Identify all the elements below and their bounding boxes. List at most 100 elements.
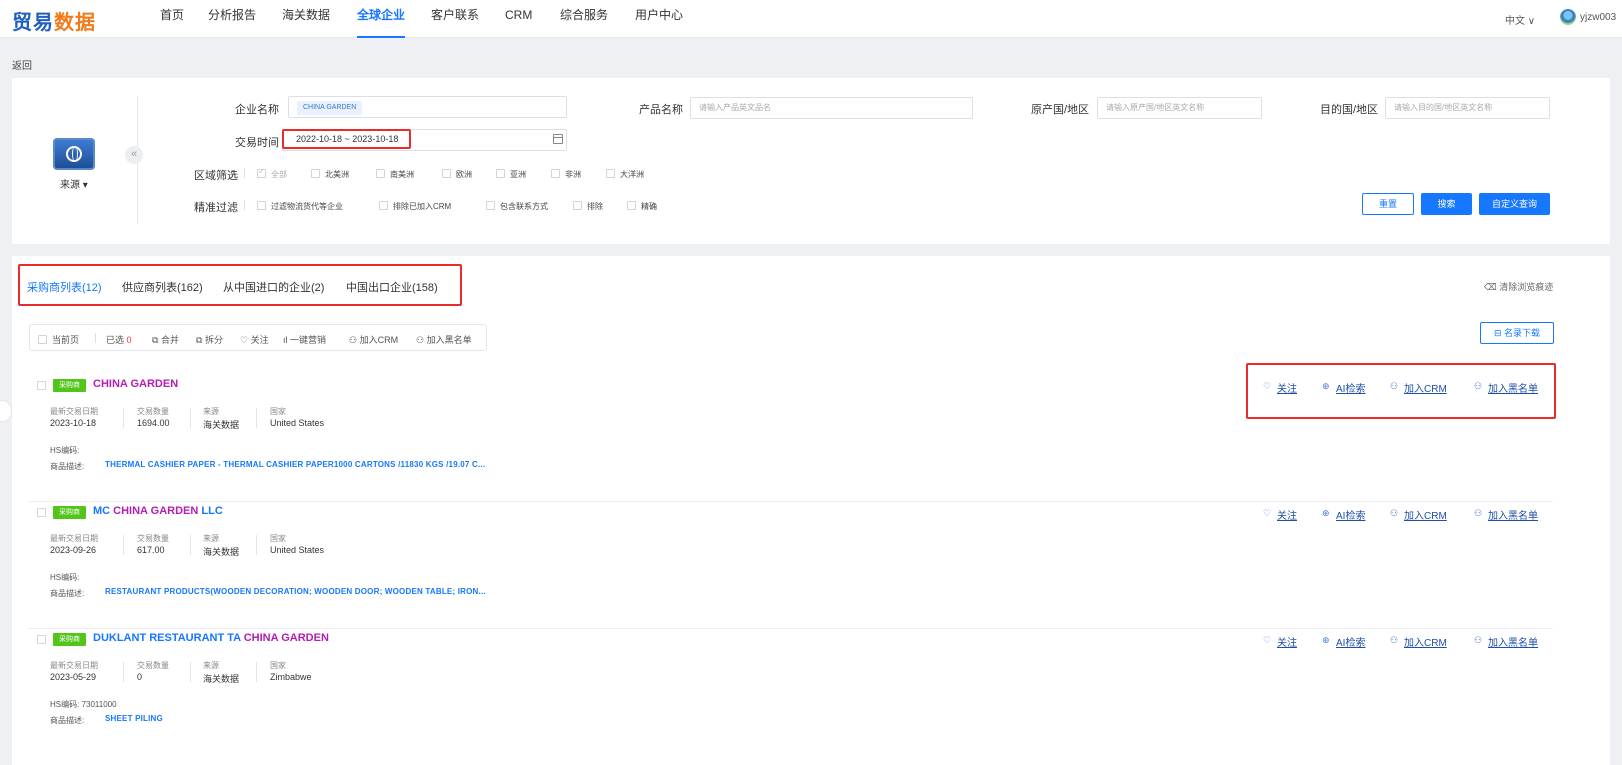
- user-add-icon[interactable]: ⚇: [1390, 508, 1398, 519]
- row-checkbox[interactable]: [37, 635, 46, 644]
- source-dropdown[interactable]: 来源 ▾: [60, 176, 88, 191]
- exclude-checkbox[interactable]: [573, 201, 582, 210]
- user-add-icon[interactable]: ⚇: [1390, 635, 1398, 646]
- search-button[interactable]: 搜索: [1421, 193, 1472, 215]
- region-checkbox-europe[interactable]: [442, 169, 451, 178]
- divider: [256, 535, 257, 555]
- collapse-icon[interactable]: «: [125, 146, 143, 164]
- add-crm-link[interactable]: 加入CRM: [1404, 380, 1447, 395]
- user-block-icon[interactable]: ⚇: [1474, 635, 1482, 646]
- app-logo[interactable]: 贸易数据: [12, 6, 96, 35]
- ai-search-link[interactable]: AI检索: [1336, 634, 1365, 649]
- bulk-follow-button[interactable]: ♡ 关注: [240, 333, 269, 346]
- back-link[interactable]: 返回: [12, 57, 32, 72]
- description-label: 商品描述:: [50, 589, 85, 598]
- product-description[interactable]: RESTAURANT PRODUCTS(WOODEN DECORATION; W…: [105, 587, 486, 596]
- nav-user-center[interactable]: 用户中心: [635, 0, 683, 38]
- heart-icon[interactable]: ♡: [1263, 381, 1271, 392]
- trade-time-value[interactable]: 2022-10-18 ~ 2023-10-18: [282, 129, 411, 149]
- region-checkbox-oceania[interactable]: [606, 169, 615, 178]
- merge-button[interactable]: ⧉ 合并: [152, 333, 179, 346]
- divider: [190, 408, 191, 428]
- country-label: 国家: [270, 407, 286, 416]
- heart-icon[interactable]: ♡: [1263, 635, 1271, 646]
- bulk-add-blacklist-button[interactable]: ⚇ 加入黑名单: [416, 333, 472, 346]
- company-name-link[interactable]: MC CHINA GARDEN LLC: [93, 505, 223, 517]
- data-source-icon[interactable]: [53, 138, 95, 170]
- company-name-tag[interactable]: CHINA GARDEN: [297, 101, 363, 115]
- follow-link[interactable]: 关注: [1277, 507, 1297, 522]
- nav-customs-data[interactable]: 海关数据: [282, 0, 330, 38]
- user-block-icon[interactable]: ⚇: [1474, 508, 1482, 519]
- split-button[interactable]: ⧉ 拆分: [196, 333, 223, 346]
- nav-crm[interactable]: CRM: [505, 0, 532, 38]
- last-trade-date-label: 最新交易日期: [50, 534, 98, 543]
- follow-link[interactable]: 关注: [1277, 634, 1297, 649]
- calendar-icon[interactable]: [553, 134, 563, 144]
- has-contact-checkbox[interactable]: [486, 201, 495, 210]
- list-item: 采购商 MC CHINA GARDEN LLC 最新交易日期 2023-09-2…: [29, 501, 1553, 629]
- logo-text-part2: 数据: [54, 10, 96, 34]
- user-add-icon[interactable]: ⚇: [1390, 381, 1398, 392]
- region-checkbox-south-america[interactable]: [376, 169, 385, 178]
- product-name-label: 产品名称: [639, 104, 683, 116]
- country-value: United States: [270, 418, 325, 428]
- exact-match-checkbox[interactable]: [627, 201, 636, 210]
- ai-search-link[interactable]: AI检索: [1336, 380, 1365, 395]
- region-label-all: 全部: [271, 170, 287, 179]
- company-name-highlight: CHINA GARDEN: [93, 378, 179, 390]
- ai-search-link[interactable]: AI检索: [1336, 507, 1365, 522]
- nav-home[interactable]: 首页: [160, 0, 184, 38]
- custom-query-button[interactable]: 自定义查询: [1479, 193, 1550, 215]
- origin-country-input[interactable]: 请输入原产国/地区英文名称: [1097, 97, 1262, 119]
- language-selector[interactable]: 中文 ∨: [1505, 12, 1535, 27]
- nav-comprehensive-services[interactable]: 综合服务: [560, 0, 608, 38]
- tab-china-exporters[interactable]: 中国出口企业(158): [346, 279, 438, 295]
- reset-button[interactable]: 重置: [1362, 193, 1414, 215]
- add-crm-link[interactable]: 加入CRM: [1404, 507, 1447, 522]
- side-expand-handle[interactable]: [0, 400, 12, 422]
- source-value: 海关数据: [203, 547, 240, 557]
- company-name-input[interactable]: CHINA GARDEN: [288, 96, 567, 118]
- divider: [244, 200, 245, 210]
- row-checkbox[interactable]: [37, 381, 46, 390]
- company-name-link[interactable]: CHINA GARDEN: [93, 378, 178, 390]
- ai-search-icon[interactable]: ⊕: [1322, 381, 1330, 392]
- nav-analysis-report[interactable]: 分析报告: [208, 0, 256, 38]
- add-blacklist-link[interactable]: 加入黑名单: [1488, 380, 1538, 395]
- ai-search-icon[interactable]: ⊕: [1322, 508, 1330, 519]
- ai-search-icon[interactable]: ⊕: [1322, 635, 1330, 646]
- region-checkbox-all[interactable]: [257, 167, 266, 178]
- tab-suppliers[interactable]: 供应商列表(162): [122, 279, 203, 295]
- product-description[interactable]: SHEET PILING: [105, 714, 163, 723]
- row-checkbox[interactable]: [37, 508, 46, 517]
- username[interactable]: yjzw003: [1580, 12, 1616, 23]
- tab-buyers[interactable]: 采购商列表(12): [27, 279, 102, 295]
- product-description[interactable]: THERMAL CASHIER PAPER - THERMAL CASHIER …: [105, 460, 485, 469]
- follow-link[interactable]: 关注: [1277, 380, 1297, 395]
- nav-global-companies[interactable]: 全球企业: [357, 0, 406, 38]
- exclude-crm-checkbox[interactable]: [379, 201, 388, 210]
- region-checkbox-africa[interactable]: [551, 169, 560, 178]
- tab-china-importers[interactable]: 从中国进口的企业(2): [223, 279, 324, 295]
- product-name-input[interactable]: 请输入产品英文品名: [690, 97, 973, 119]
- avatar[interactable]: [1560, 9, 1576, 25]
- company-name-link[interactable]: DUKLANT RESTAURANT TA CHINA GARDEN: [93, 632, 329, 644]
- destination-country-input[interactable]: 请输入目的国/地区英文名称: [1385, 97, 1550, 119]
- clear-history-link[interactable]: ⌫ 清除浏览痕迹: [1484, 280, 1553, 293]
- region-label-europe: 欧洲: [456, 170, 472, 179]
- add-crm-link[interactable]: 加入CRM: [1404, 634, 1447, 649]
- nav-customer-contact[interactable]: 客户联系: [431, 0, 479, 38]
- description-label: 商品描述:: [50, 462, 85, 471]
- directory-download-button[interactable]: ⊟ 名录下载: [1480, 322, 1554, 344]
- select-current-page-checkbox[interactable]: [38, 335, 47, 344]
- add-blacklist-link[interactable]: 加入黑名单: [1488, 507, 1538, 522]
- user-block-icon[interactable]: ⚇: [1474, 381, 1482, 392]
- one-click-marketing-button[interactable]: ıl 一键营销: [283, 333, 326, 346]
- heart-icon[interactable]: ♡: [1263, 508, 1271, 519]
- filter-logistics-checkbox[interactable]: [257, 201, 266, 210]
- region-checkbox-north-america[interactable]: [311, 169, 320, 178]
- region-checkbox-asia[interactable]: [496, 169, 505, 178]
- bulk-add-crm-button[interactable]: ⚇ 加入CRM: [349, 333, 398, 346]
- add-blacklist-link[interactable]: 加入黑名单: [1488, 634, 1538, 649]
